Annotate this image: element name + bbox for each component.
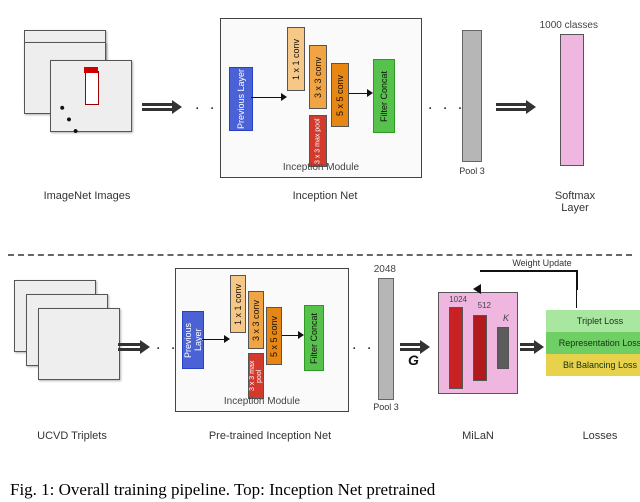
pool3-block [462, 30, 482, 162]
ellipsis-icon: . . . [428, 96, 465, 114]
conv-3x3-block: 3 x 3 conv [309, 45, 327, 109]
pool3-block [378, 278, 394, 400]
loss-representation: Representation Loss [546, 332, 640, 354]
milan-block: 1024 512 K [438, 292, 518, 394]
conv-3x3-block: 3 x 3 conv [248, 291, 264, 349]
milan-layer-bar [449, 307, 463, 389]
pretrained-inception-label: Pre-trained Inception Net [190, 430, 350, 442]
g-mapping-label: G [408, 352, 419, 368]
ucvd-triplet-stack [14, 280, 124, 395]
inception-module: Previous Layer 1 x 1 conv 3 x 3 conv 5 x… [220, 18, 422, 178]
inception-module-title: Inception Module [221, 162, 421, 173]
softmax-classes: 1000 classes [538, 20, 598, 31]
arrow-icon [118, 340, 150, 354]
losses-label: Losses [570, 430, 630, 442]
weight-update-arrow [480, 270, 578, 290]
top-pipeline: • • • ImageNet Images . . . Previous Lay… [0, 0, 640, 250]
milan-dim-1024: 1024 [443, 295, 467, 304]
conv-1x1-block: 1 x 1 conv [287, 27, 305, 91]
filter-concat-block: Filter Concat [373, 59, 395, 133]
arrow-icon [520, 340, 544, 354]
previous-layer-block: Previous Layer [182, 311, 204, 369]
previous-layer-block: Previous Layer [229, 67, 253, 131]
section-divider [8, 254, 632, 256]
milan-layer-bar [497, 327, 509, 369]
loss-bit-balancing: Bit Balancing Loss [546, 354, 640, 376]
maxpool-block: 3 x 3 max pool [248, 353, 264, 399]
imagenet-label: ImageNet Images [32, 190, 142, 202]
weight-update-label: Weight Update [502, 258, 582, 268]
pool3-label: Pool 3 [452, 166, 492, 176]
ucvd-label: UCVD Triplets [22, 430, 122, 442]
inception-net-label: Inception Net [250, 190, 400, 202]
milan-dim-512: 512 [469, 301, 491, 310]
loss-triplet: Triplet Loss [546, 310, 640, 332]
inception-module-title: Inception Module [176, 396, 348, 407]
conv-5x5-block: 5 x 5 conv [266, 307, 282, 365]
pretrained-inception-module: Previous Layer 1 x 1 conv 3 x 3 conv 5 x… [175, 268, 349, 412]
maxpool-block: 3 x 3 max pool [309, 115, 327, 167]
softmax-label: Softmax Layer [540, 190, 610, 214]
pool3-label: Pool 3 [366, 402, 406, 412]
sample-image [38, 308, 120, 380]
milan-dim-k: K [495, 313, 509, 323]
milan-label: MiLaN [448, 430, 508, 442]
softmax-block [560, 34, 584, 166]
bottom-pipeline: UCVD Triplets . . Previous Layer 1 x 1 c… [0, 262, 640, 462]
ellipsis-icon: . . [352, 336, 374, 354]
arrow-icon [496, 100, 536, 114]
conv-5x5-block: 5 x 5 conv [331, 63, 349, 127]
figure-canvas: • • • ImageNet Images . . . Previous Lay… [0, 0, 640, 502]
imagenet-image-stack: • • • [24, 30, 134, 145]
milan-layer-bar [473, 315, 487, 381]
arrow-icon [142, 100, 182, 114]
figure-caption: Fig. 1: Overall training pipeline. Top: … [10, 480, 435, 500]
conv-1x1-block: 1 x 1 conv [230, 275, 246, 333]
filter-concat-block: Filter Concat [304, 305, 324, 371]
pool3-dim: 2048 [362, 264, 396, 275]
